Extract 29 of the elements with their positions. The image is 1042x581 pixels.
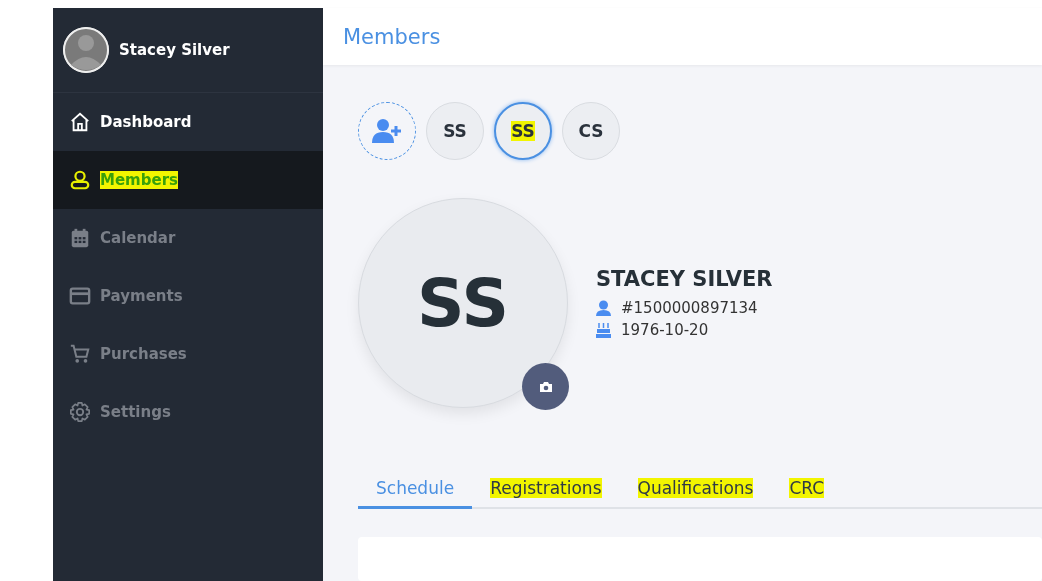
person-icon: [596, 300, 611, 316]
user-name: Stacey Silver: [119, 41, 230, 59]
member-chip[interactable]: SS: [426, 102, 484, 160]
tab[interactable]: Registrations: [472, 470, 620, 509]
member-chip[interactable]: CS: [562, 102, 620, 160]
camera-icon: [538, 380, 553, 393]
member-chip[interactable]: SS: [494, 102, 552, 160]
page-title: Members: [343, 24, 441, 49]
tab[interactable]: CRC: [771, 470, 843, 509]
avatar-icon: [63, 27, 109, 73]
cart-icon: [69, 343, 91, 365]
user-icon: [69, 169, 91, 191]
cake-icon: [596, 322, 611, 338]
sidebar-item[interactable]: Purchases: [53, 325, 323, 383]
sidebar-item[interactable]: Dashboard: [53, 93, 323, 151]
sidebar-item[interactable]: Calendar: [53, 209, 323, 267]
credit-card-icon: [69, 285, 91, 307]
profile-avatar: SS: [358, 198, 568, 408]
settings-icon: [69, 401, 91, 423]
home-icon: [69, 111, 91, 133]
birth-date: 1976-10-20: [621, 321, 709, 339]
calendar-icon: [69, 227, 91, 249]
member-name: STACEY SILVER: [596, 267, 773, 291]
sidebar-item[interactable]: Payments: [53, 267, 323, 325]
add-user-icon: [372, 118, 402, 144]
member-number: #1500000897134: [621, 299, 758, 317]
camera-button[interactable]: [522, 363, 569, 410]
tab[interactable]: Qualifications: [619, 470, 772, 509]
sidebar-item[interactable]: Settings: [53, 383, 323, 441]
